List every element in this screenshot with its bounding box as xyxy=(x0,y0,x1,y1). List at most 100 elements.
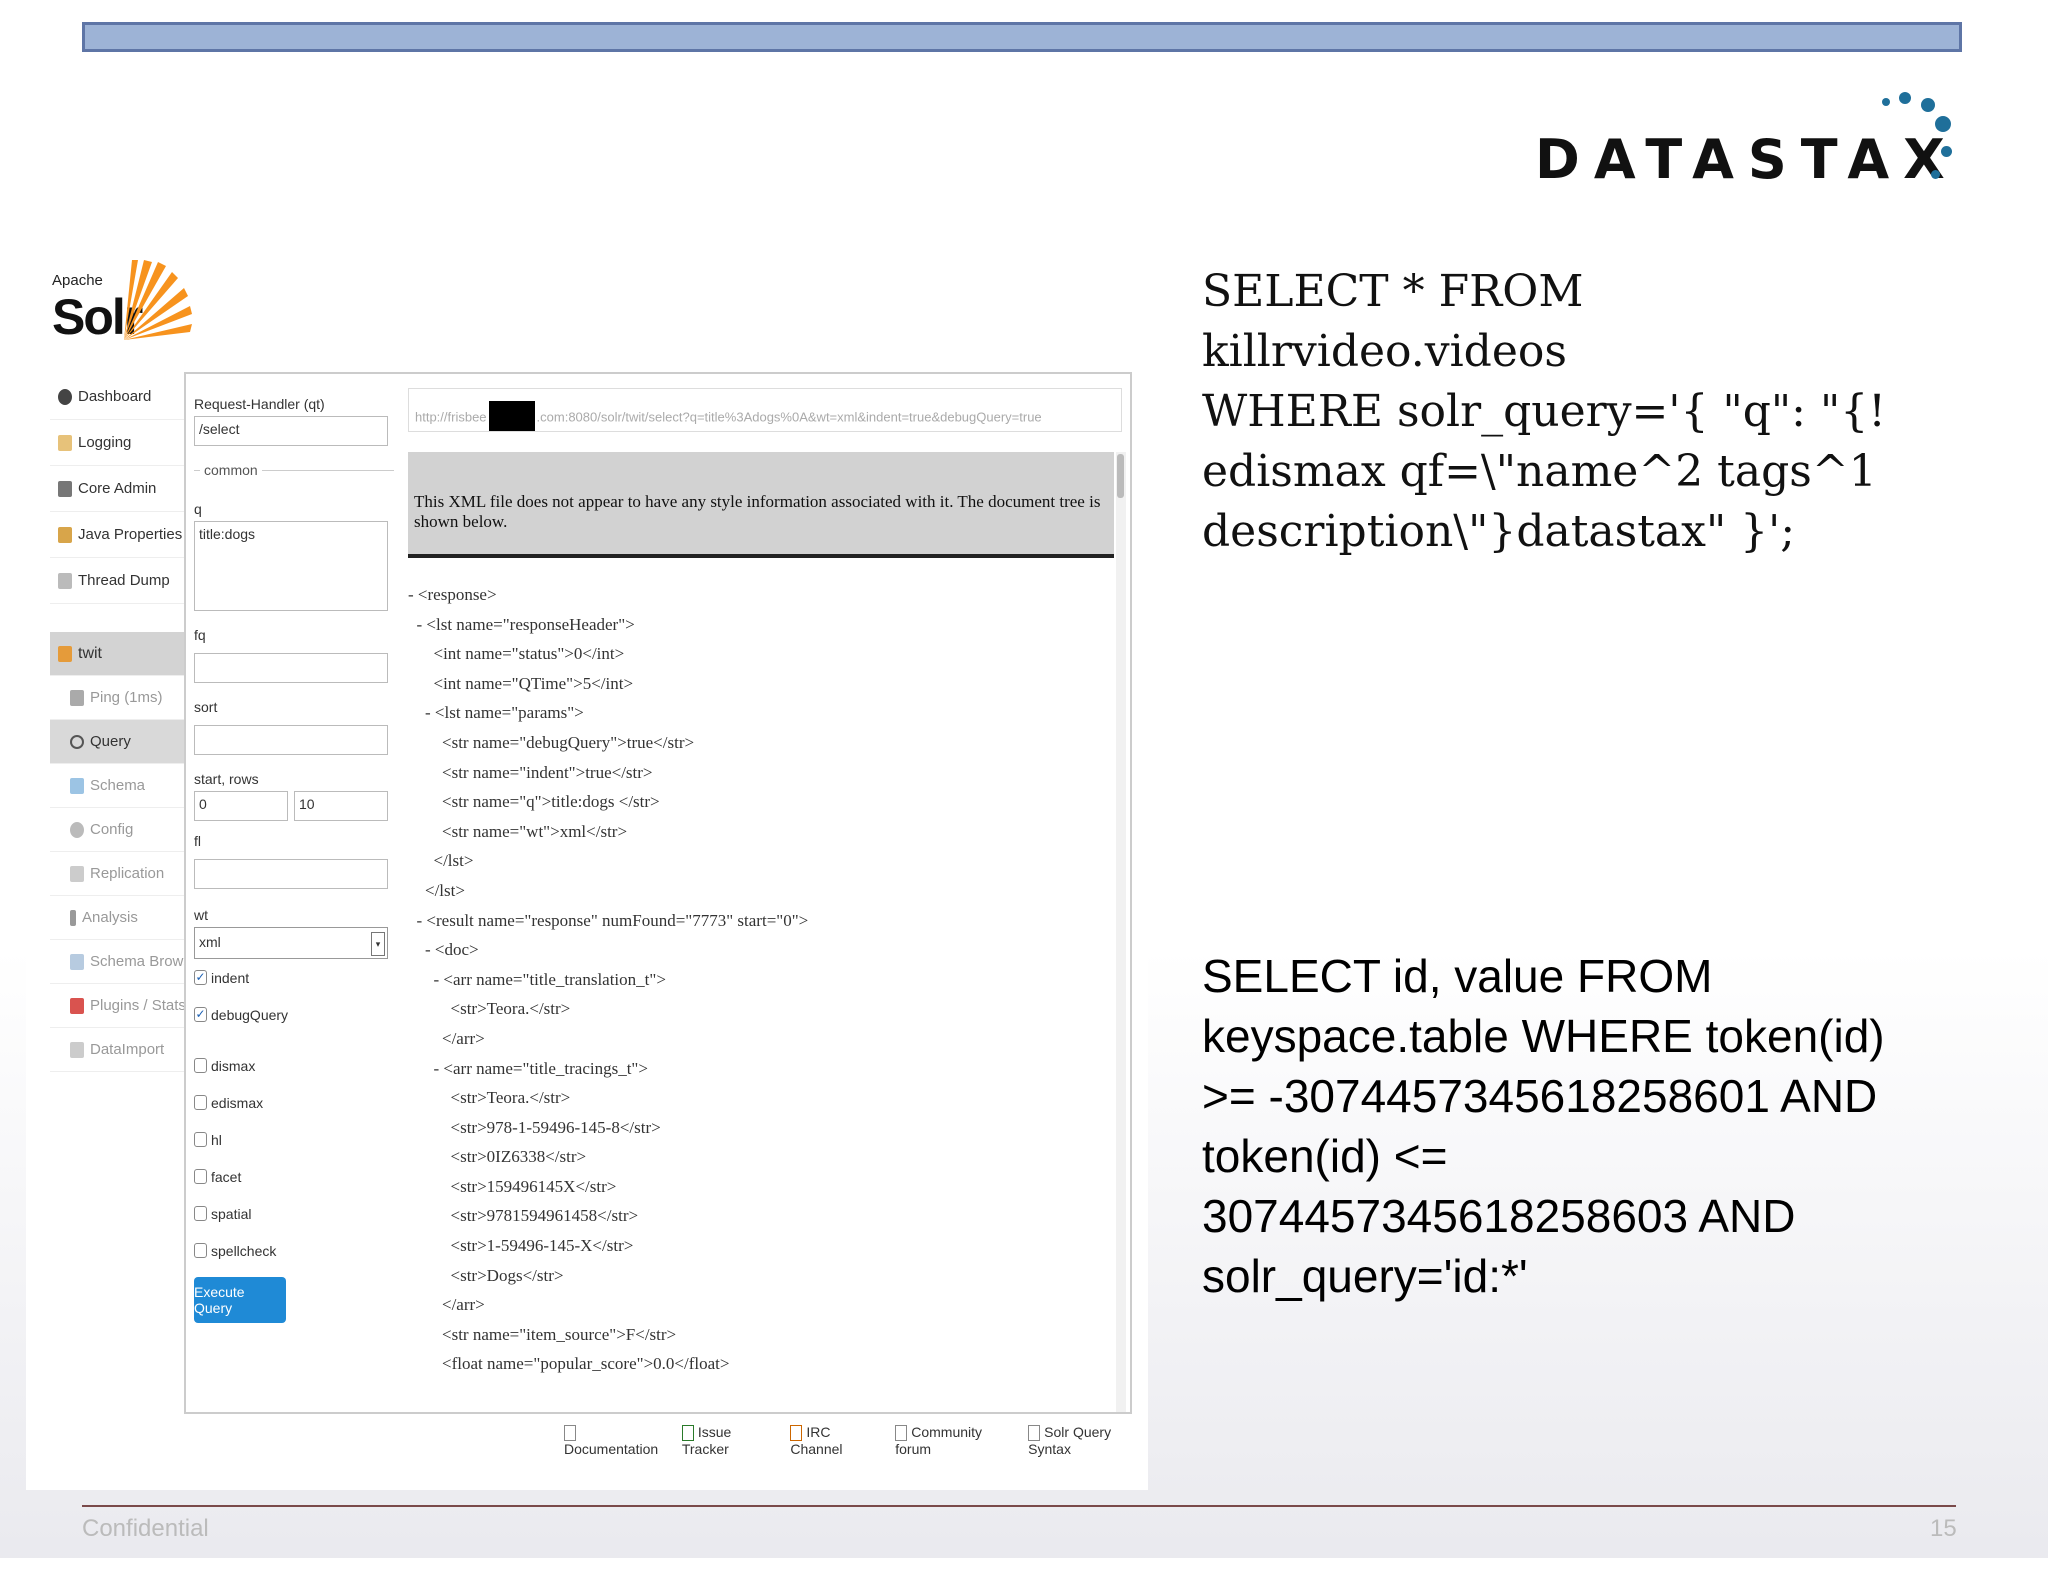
xml-line: - <doc> xyxy=(408,940,479,960)
xml-notice: This XML file does not appear to have an… xyxy=(408,452,1114,558)
sql-query-token: SELECT id, value FROM keyspace.table WHE… xyxy=(1202,950,1885,1302)
facet-checkbox[interactable]: facet xyxy=(194,1158,394,1195)
bug-icon xyxy=(681,1425,694,1442)
xml-line: <int name="QTime">5</int> xyxy=(408,673,634,693)
xml-line: <float name="popular_score">0.0</float> xyxy=(408,1354,730,1374)
magnifier-icon xyxy=(70,734,84,749)
replication-icon xyxy=(70,865,84,882)
syntax-icon xyxy=(1028,1425,1041,1442)
footer-link-irc[interactable]: IRC Channel xyxy=(790,1424,879,1457)
checkbox-box xyxy=(194,1058,207,1073)
core-nav-label: Plugins / Stats xyxy=(90,997,186,1014)
rows-input[interactable]: 10 xyxy=(294,791,388,821)
fq-input[interactable] xyxy=(194,653,388,683)
footer-rule xyxy=(82,1505,1956,1507)
debugquery-label: debugQuery xyxy=(211,1006,289,1023)
footer-link-label: Documentation xyxy=(564,1441,659,1458)
checkmark-icon: ✓ xyxy=(194,1007,207,1022)
xml-line: <str>Dogs</str> xyxy=(408,1265,564,1285)
dataimport-icon xyxy=(70,1041,84,1058)
handler-input[interactable]: /select xyxy=(194,416,388,446)
page-number: 15 xyxy=(1930,1515,1957,1542)
footer-link-label: Community forum xyxy=(895,1424,983,1458)
core-name: twit xyxy=(78,644,102,662)
xml-line: - <lst name="responseHeader"> xyxy=(408,614,635,634)
nav-label: Thread Dump xyxy=(78,572,170,589)
xml-response: - <response> - <lst name="responseHeader… xyxy=(408,580,1108,1379)
option-label: hl xyxy=(211,1131,222,1148)
footer-link-issue-tracker[interactable]: Issue Tracker xyxy=(681,1424,774,1457)
start-rows-row: 0 10 xyxy=(194,791,394,821)
footer-link-forum[interactable]: Community forum xyxy=(895,1424,1012,1457)
xml-line: - <arr name="title_tracings_t"> xyxy=(408,1058,648,1078)
xml-line: <str>1-59496-145-X</str> xyxy=(408,1236,634,1256)
xml-line: <str name="debugQuery">true</str> xyxy=(408,732,695,752)
option-label: edismax xyxy=(211,1094,264,1111)
core-nav-label: Config xyxy=(90,821,134,838)
fl-label: fl xyxy=(194,833,201,849)
confidential-label: Confidential xyxy=(82,1515,209,1542)
handler-label: Request-Handler (qt) xyxy=(194,396,325,412)
xml-line: <str>0IZ6338</str> xyxy=(408,1147,587,1167)
xml-line: - <response> xyxy=(408,585,497,604)
scrollbar-thumb[interactable] xyxy=(1117,454,1124,498)
xml-line: </lst> xyxy=(408,851,474,871)
xml-line: <str>Teora.</str> xyxy=(408,999,571,1019)
nav-label: Logging xyxy=(78,434,132,451)
logo-text: DATASTAX xyxy=(1535,128,1959,191)
sort-label: sort xyxy=(194,699,218,715)
wt-value: xml xyxy=(199,934,221,950)
spatial-checkbox[interactable]: spatial xyxy=(194,1195,394,1232)
core-nav-label: DataImport xyxy=(90,1041,165,1058)
xml-line: </arr> xyxy=(408,1295,485,1315)
option-label: facet xyxy=(211,1168,242,1185)
solr-apache-label: Apache xyxy=(52,272,103,289)
xml-line: <str>Teora.</str> xyxy=(408,1088,571,1108)
logo-dot xyxy=(1882,98,1890,106)
url-prefix: http://frisbee xyxy=(415,409,487,425)
spellcheck-checkbox[interactable]: spellcheck xyxy=(194,1232,394,1269)
response-scrollbar[interactable] xyxy=(1116,452,1126,1412)
redaction-block xyxy=(488,401,535,431)
xml-line: </arr> xyxy=(408,1028,485,1048)
funnel-icon xyxy=(70,909,76,926)
edismax-checkbox[interactable]: edismax xyxy=(194,1084,394,1121)
fl-input[interactable] xyxy=(194,859,388,889)
xml-line: <str>159496145X</str> xyxy=(408,1176,617,1196)
xml-line: - <lst name="params"> xyxy=(408,703,584,723)
core-nav-label: Replication xyxy=(90,865,165,882)
sort-input[interactable] xyxy=(194,725,388,755)
footer-link-query-syntax[interactable]: Solr Query Syntax xyxy=(1028,1424,1148,1457)
core-nav-label: Analysis xyxy=(82,909,138,926)
logo-dot xyxy=(1921,98,1935,112)
java-icon xyxy=(58,526,72,543)
start-input[interactable]: 0 xyxy=(194,791,288,821)
logo-dot xyxy=(1931,170,1940,179)
gear-icon xyxy=(70,821,84,838)
indent-checkbox[interactable]: ✓ indent xyxy=(194,959,394,996)
xml-line: <str>9781594961458</str> xyxy=(408,1206,639,1226)
option-label: spellcheck xyxy=(211,1242,277,1259)
dismax-checkbox[interactable]: dismax xyxy=(194,1047,394,1084)
logo-dot xyxy=(1935,116,1951,132)
xml-line: - <arr name="title_translation_t"> xyxy=(408,969,666,989)
option-label: dismax xyxy=(211,1057,256,1074)
core-nav-label: Ping (1ms) xyxy=(90,689,163,706)
core-admin-icon xyxy=(58,480,72,497)
schema-browser-icon xyxy=(70,953,84,970)
wt-select[interactable]: xml ▾ xyxy=(194,927,388,959)
q-label: q xyxy=(194,501,202,517)
bottom-band xyxy=(0,1558,2048,1582)
xml-line: <int name="status">0</int> xyxy=(408,644,625,664)
execute-query-button[interactable]: Execute Query xyxy=(194,1277,286,1323)
hl-checkbox[interactable]: hl xyxy=(194,1121,394,1158)
xml-line: <str name="q">title:dogs </str> xyxy=(408,792,660,812)
checkmark-icon: ✓ xyxy=(194,970,207,985)
query-form: Request-Handler (qt) /select common q ti… xyxy=(194,388,394,1323)
footer-link-documentation[interactable]: Documentation xyxy=(564,1424,666,1457)
schema-icon xyxy=(70,777,84,794)
q-textarea[interactable]: title:dogs xyxy=(194,521,388,611)
debugquery-checkbox[interactable]: ✓ debugQuery xyxy=(194,996,394,1033)
request-url-link[interactable]: http://frisbee .com:8080/solr/twit/select… xyxy=(408,388,1122,432)
solr-footer-links: Documentation Issue Tracker IRC Channel … xyxy=(564,1424,1148,1457)
